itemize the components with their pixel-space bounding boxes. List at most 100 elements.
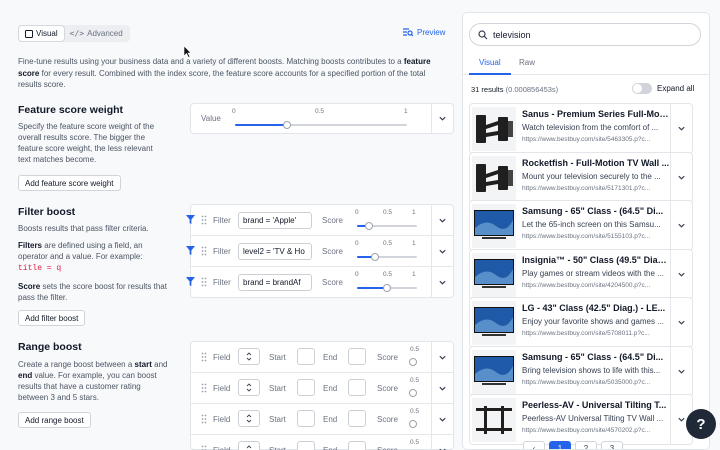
field-select[interactable] [238,348,260,365]
toggle-switch[interactable] [632,83,652,94]
page-button[interactable]: 1 [549,441,571,449]
result-card[interactable]: Samsung - 65" Class - (64.5" Di... Bring … [469,345,693,397]
tick-label: 1 [412,240,416,247]
drag-handle-icon[interactable] [201,246,207,256]
filter-label: Filter [213,278,231,287]
end-input[interactable] [348,379,366,396]
add-feature-weight-button[interactable]: Add feature score weight [18,175,121,191]
filter-expression-input[interactable]: brand = 'Apple' [238,212,312,229]
preview-link[interactable]: Preview [403,28,445,37]
page-button[interactable]: 2 [575,441,597,449]
prev-page-button[interactable]: ‹ [523,441,545,449]
result-expand-chevron[interactable] [670,298,692,347]
expand-chevron[interactable] [431,373,453,403]
filter-funnel-icon[interactable] [186,277,195,286]
start-input[interactable] [297,379,315,396]
drag-handle-icon[interactable] [201,215,207,225]
drag-handle-icon[interactable] [201,277,207,287]
result-description: Enjoy your favorite shows and games ... [522,317,664,326]
start-input[interactable] [297,348,315,365]
score-slider[interactable] [357,284,417,292]
result-url[interactable]: https://www.bestbuy.com/site/4204500.p?c… [522,282,670,289]
expand-chevron[interactable] [431,267,453,298]
result-url[interactable]: https://www.bestbuy.com/site/5708011.p?c… [522,330,670,337]
result-title: Peerless-AV - Universal Tilting T... [522,400,667,410]
results-time: (0.000856453s) [505,85,559,94]
result-expand-chevron[interactable] [670,201,692,250]
result-card[interactable]: Insignia™ - 50" Class (49.5" Diag... Play… [469,248,693,300]
score-slider[interactable] [357,222,417,230]
result-url[interactable]: https://www.bestbuy.com/site/5463305.p?c… [522,136,670,143]
expand-chevron[interactable] [431,435,453,450]
result-card[interactable]: Rocketfish - Full-Motion TV Wall ... Moun… [469,151,693,203]
end-input[interactable] [348,348,366,365]
range-boost-title: Range boost [18,341,82,353]
expand-all-toggle[interactable]: Expand all [632,83,694,94]
result-expand-chevron[interactable] [670,152,692,202]
filter-expression-input[interactable]: brand = brandAf [238,274,312,291]
tab-advanced-label: Advanced [87,29,123,38]
range-boost-desc: Create a range boost between a start and… [18,359,168,403]
product-thumbnail [472,252,516,297]
drag-handle-icon[interactable] [201,352,207,362]
tab-result-visual[interactable]: Visual [479,58,501,67]
field-select[interactable] [238,441,260,450]
score-slider-handle[interactable] [365,222,373,230]
boost-editor: Visual </> Advanced Preview Fine-tune re… [0,0,462,450]
tab-result-raw[interactable]: Raw [519,58,535,67]
score-slider[interactable] [357,253,417,261]
add-range-boost-button[interactable]: Add range boost [18,412,91,428]
start-input[interactable] [297,441,315,450]
weight-slider[interactable] [235,121,407,129]
result-expand-chevron[interactable] [670,346,692,396]
score-slider-handle[interactable] [409,358,417,366]
drag-handle-icon[interactable] [201,414,207,424]
filter-funnel-icon[interactable] [186,246,195,255]
result-card[interactable]: Samsung - 65" Class - (64.5" Di... Let th… [469,200,693,251]
tab-advanced[interactable]: </> Advanced [64,26,129,41]
result-url[interactable]: https://www.bestbuy.com/site/5035000.p?c… [522,379,670,386]
result-card[interactable]: LG - 43" Class (42.5" Diag.) - LE... Enjo… [469,297,693,348]
result-card[interactable]: Sanus - Premium Series Full-Mot... Watch … [469,103,693,154]
score-slider-handle[interactable] [409,389,417,397]
field-select[interactable] [238,410,260,427]
filter-example-code: title = q [18,264,62,273]
results-count: 31 results (0.000856453s) [471,85,558,94]
product-thumbnail [472,301,516,345]
expand-chevron[interactable] [431,342,453,372]
page-button[interactable]: 3 [601,441,623,449]
result-url[interactable]: https://www.bestbuy.com/site/5171301.p?c… [522,185,670,192]
result-description: Watch television from the comfort of ... [522,123,659,132]
expand-chevron[interactable] [431,104,453,133]
score-slider-handle[interactable] [371,253,379,261]
start-input[interactable] [297,410,315,427]
filter-funnel-icon[interactable] [186,215,195,224]
chevron-down-icon [439,355,446,360]
help-button[interactable]: ? [686,409,716,439]
chevron-down-icon [678,320,685,325]
end-input[interactable] [348,410,366,427]
drag-handle-icon[interactable] [201,383,207,393]
filter-label: Filter [213,247,231,256]
add-filter-boost-button[interactable]: Add filter boost [18,310,86,326]
result-url[interactable]: https://www.bestbuy.com/site/5155103.p?c… [522,233,670,240]
tab-visual[interactable]: Visual [19,26,64,41]
chevron-down-icon [439,116,446,121]
weight-slider-handle[interactable] [282,121,291,129]
end-input[interactable] [348,441,366,450]
search-input[interactable]: television [469,23,701,46]
result-expand-chevron[interactable] [670,104,692,153]
chevron-down-icon [439,448,446,450]
product-thumbnail [472,398,516,442]
result-expand-chevron[interactable] [670,249,692,299]
expand-chevron[interactable] [431,404,453,434]
score-slider-handle[interactable] [383,284,391,292]
expand-chevron[interactable] [431,205,453,235]
result-card[interactable]: Peerless-AV - Universal Tilting T... Peer… [469,394,693,445]
score-slider-handle[interactable] [409,420,417,428]
drag-handle-icon[interactable] [201,445,207,450]
filter-expression-input[interactable]: level2 = 'TV & Ho [238,243,312,260]
field-select[interactable] [238,379,260,396]
result-url[interactable]: https://www.bestbuy.com/site/4570202.p?c… [522,427,670,434]
expand-chevron[interactable] [431,236,453,266]
